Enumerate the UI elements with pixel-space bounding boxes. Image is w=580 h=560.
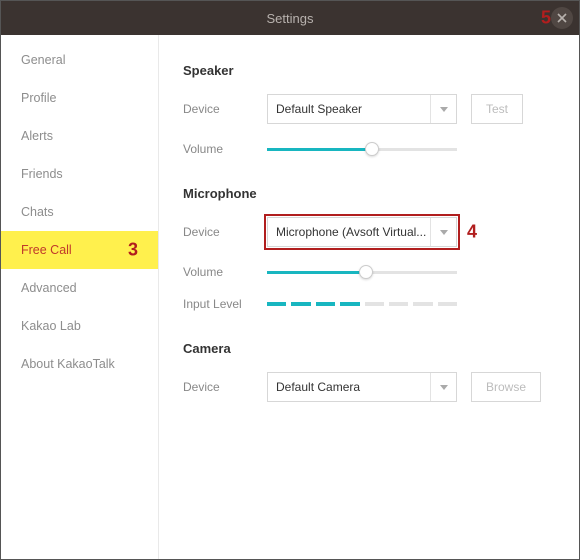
window-title: Settings: [267, 11, 314, 26]
speaker-test-button[interactable]: Test: [471, 94, 523, 124]
speaker-section: Speaker Device Default Speaker Test Volu…: [183, 63, 555, 156]
level-segment: [316, 302, 335, 306]
microphone-level-meter: [267, 302, 457, 306]
level-segment: [291, 302, 310, 306]
speaker-volume-row: Volume: [183, 142, 555, 156]
sidebar-item-chats[interactable]: Chats: [1, 193, 158, 231]
level-segment: [365, 302, 384, 306]
level-segment: [340, 302, 359, 306]
sidebar-item-general[interactable]: General: [1, 41, 158, 79]
microphone-title: Microphone: [183, 186, 555, 201]
level-segment: [267, 302, 286, 306]
close-icon: [557, 13, 567, 23]
microphone-device-row: Device Microphone (Avsoft Virtual... 4: [183, 217, 555, 247]
microphone-volume-row: Volume: [183, 265, 555, 279]
microphone-volume-thumb[interactable]: [359, 265, 373, 279]
speaker-title: Speaker: [183, 63, 555, 78]
speaker-volume-label: Volume: [183, 142, 253, 156]
level-segment: [413, 302, 432, 306]
level-segment: [389, 302, 408, 306]
microphone-volume-slider[interactable]: [267, 265, 457, 279]
chevron-down-icon: [430, 218, 456, 246]
annotation-5: 5: [541, 8, 551, 29]
speaker-device-select[interactable]: Default Speaker: [267, 94, 457, 124]
level-segment: [438, 302, 457, 306]
annotation-4: 4: [467, 222, 477, 243]
sidebar-item-free-call[interactable]: Free Call3: [1, 231, 158, 269]
speaker-device-row: Device Default Speaker Test: [183, 94, 555, 124]
camera-title: Camera: [183, 341, 555, 356]
microphone-device-label: Device: [183, 225, 253, 239]
sidebar-item-advanced[interactable]: Advanced: [1, 269, 158, 307]
camera-device-row: Device Default Camera Browse: [183, 372, 555, 402]
titlebar: Settings 5: [1, 1, 579, 35]
sidebar-item-profile[interactable]: Profile: [1, 79, 158, 117]
close-button[interactable]: [551, 7, 573, 29]
camera-device-value: Default Camera: [276, 380, 360, 394]
sidebar-item-alerts[interactable]: Alerts: [1, 117, 158, 155]
camera-device-label: Device: [183, 380, 253, 394]
chevron-down-icon: [430, 95, 456, 123]
microphone-level-label: Input Level: [183, 297, 253, 311]
microphone-volume-fill: [267, 271, 366, 274]
camera-device-select[interactable]: Default Camera: [267, 372, 457, 402]
body: GeneralProfileAlertsFriendsChatsFree Cal…: [1, 35, 579, 559]
camera-section: Camera Device Default Camera Browse: [183, 341, 555, 402]
sidebar-item-kakao-lab[interactable]: Kakao Lab: [1, 307, 158, 345]
sidebar: GeneralProfileAlertsFriendsChatsFree Cal…: [1, 35, 159, 559]
settings-window: Settings 5 GeneralProfileAlertsFriendsCh…: [0, 0, 580, 560]
annotation-3: 3: [128, 240, 138, 261]
microphone-section: Microphone Device Microphone (Avsoft Vir…: [183, 186, 555, 311]
speaker-volume-slider[interactable]: [267, 142, 457, 156]
speaker-volume-thumb[interactable]: [365, 142, 379, 156]
microphone-level-row: Input Level: [183, 297, 555, 311]
microphone-device-select[interactable]: Microphone (Avsoft Virtual...: [267, 217, 457, 247]
sidebar-item-friends[interactable]: Friends: [1, 155, 158, 193]
content: Speaker Device Default Speaker Test Volu…: [159, 35, 579, 559]
microphone-volume-label: Volume: [183, 265, 253, 279]
speaker-volume-fill: [267, 148, 372, 151]
microphone-device-value: Microphone (Avsoft Virtual...: [276, 225, 426, 239]
chevron-down-icon: [430, 373, 456, 401]
speaker-device-value: Default Speaker: [276, 102, 362, 116]
speaker-device-label: Device: [183, 102, 253, 116]
camera-browse-button[interactable]: Browse: [471, 372, 541, 402]
sidebar-item-about-kakaotalk[interactable]: About KakaoTalk: [1, 345, 158, 383]
microphone-select-wrap: Microphone (Avsoft Virtual... 4: [267, 217, 457, 247]
